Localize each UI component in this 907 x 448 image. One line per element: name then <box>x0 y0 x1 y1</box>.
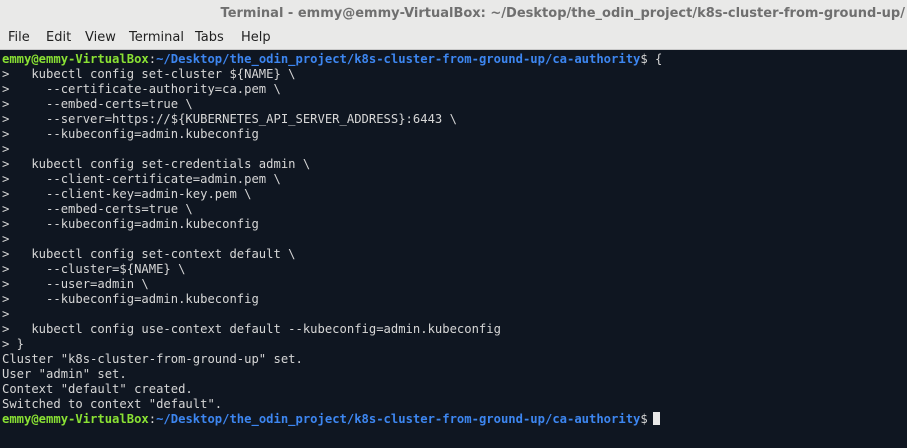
output-line: > --server=https://${KUBERNETES_API_SERV… <box>2 112 457 126</box>
output-line: User "admin" set. <box>2 367 127 381</box>
output-line: > } <box>2 337 25 351</box>
output-line: > <box>2 142 10 156</box>
output-line: Cluster "k8s-cluster-from-ground-up" set… <box>2 352 303 366</box>
output-line: > <box>2 307 10 321</box>
active-prompt-line[interactable]: emmy@emmy-VirtualBox:~/Desktop/the_odin_… <box>2 412 660 427</box>
output-line: > kubectl config set-cluster ${NAME} \ <box>2 67 296 81</box>
menu-tabs[interactable]: Tabs <box>195 30 224 45</box>
output-line: > --kubeconfig=admin.kubeconfig <box>2 292 259 306</box>
output-line: > --embed-certs=true \ <box>2 202 193 216</box>
prompt-separator: : <box>148 412 157 426</box>
window-title: Terminal - emmy@emmy-VirtualBox: ~/Deskt… <box>220 6 905 21</box>
output-line: > kubectl config set-credentials admin \ <box>2 157 311 171</box>
terminal-output[interactable]: emmy@emmy-VirtualBox:~/Desktop/the_odin_… <box>0 50 907 448</box>
prompt-user: emmy@emmy-VirtualBox <box>2 412 149 426</box>
prompt-path: ~/Desktop/the_odin_project/k8s-cluster-f… <box>156 412 641 426</box>
output-line: Context "default" created. <box>2 382 193 396</box>
output-line: > --certificate-authority=ca.pem \ <box>2 82 281 96</box>
prompt-symbol: $ <box>640 52 648 66</box>
prompt-line: emmy@emmy-VirtualBox:~/Desktop/the_odin_… <box>2 52 662 67</box>
prompt-user: emmy@emmy-VirtualBox <box>2 52 149 66</box>
output-line: > --user=admin \ <box>2 277 149 291</box>
output-line: > --kubeconfig=admin.kubeconfig <box>2 127 259 141</box>
menu-view[interactable]: View <box>85 30 116 45</box>
output-line: > --embed-certs=true \ <box>2 97 193 111</box>
output-line: > --cluster=${NAME} \ <box>2 262 186 276</box>
output-line: > --client-key=admin-key.pem \ <box>2 187 252 201</box>
menu-bar: File Edit View Terminal Tabs Help <box>0 28 907 50</box>
prompt-symbol: $ <box>640 412 648 426</box>
output-line: > kubectl config use-context default --k… <box>2 322 501 336</box>
menu-edit[interactable]: Edit <box>46 30 71 45</box>
text-cursor <box>652 412 660 425</box>
output-line: > --kubeconfig=admin.kubeconfig <box>2 217 259 231</box>
output-line: > kubectl config set-context default \ <box>2 247 296 261</box>
output-line: > <box>2 232 10 246</box>
prompt-path: ~/Desktop/the_odin_project/k8s-cluster-f… <box>156 52 641 66</box>
menu-file[interactable]: File <box>8 30 30 45</box>
menu-help[interactable]: Help <box>241 30 271 45</box>
title-bar[interactable]: Terminal - emmy@emmy-VirtualBox: ~/Deskt… <box>0 0 907 28</box>
terminal-window: Terminal - emmy@emmy-VirtualBox: ~/Deskt… <box>0 0 907 448</box>
output-line: > --client-certificate=admin.pem \ <box>2 172 281 186</box>
command-text: { <box>647 52 663 66</box>
output-line: Switched to context "default". <box>2 397 223 411</box>
prompt-separator: : <box>148 52 157 66</box>
menu-terminal[interactable]: Terminal <box>129 30 184 45</box>
